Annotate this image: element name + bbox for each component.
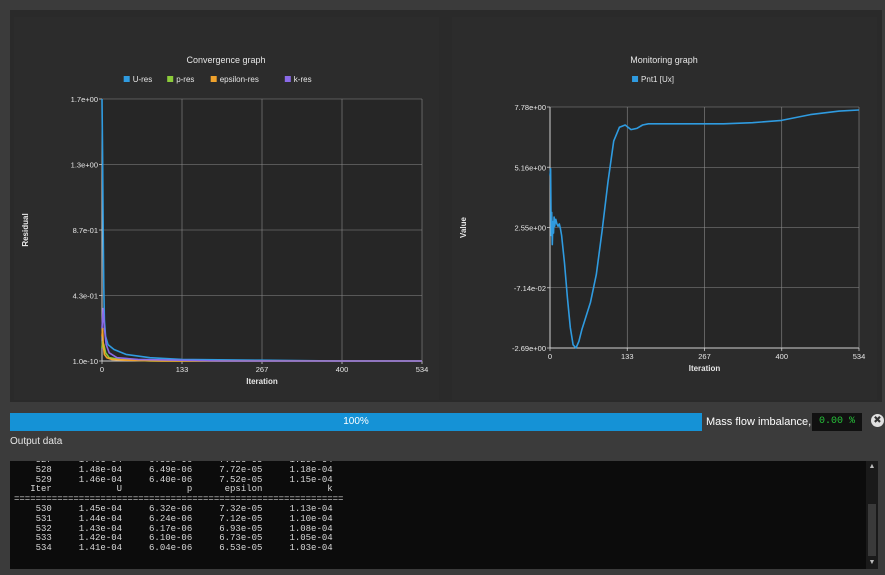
chart-title: Convergence graph xyxy=(186,55,265,65)
legend-swatch xyxy=(284,76,291,82)
legend-label: epsilon-res xyxy=(220,75,259,84)
legend-swatch xyxy=(123,76,130,82)
legend-swatch xyxy=(632,76,639,82)
monitoring-graph: Monitoring graph Pnt1 [Ux] -2.69e+00 -7.14e… xyxy=(452,17,877,400)
scroll-down-arrow-icon[interactable]: ▼ xyxy=(866,557,878,569)
x-tick-label: 267 xyxy=(256,365,269,374)
legend-swatch xyxy=(167,76,174,82)
scroll-thumb[interactable] xyxy=(868,504,876,556)
x-tick-label: 133 xyxy=(621,352,634,361)
monitoring-graph-svg: Monitoring graph Pnt1 [Ux] -2.69e+00 -7.14e… xyxy=(459,55,866,373)
y-tick-label: 1.3e+00 xyxy=(71,161,98,170)
x-tick-label: 400 xyxy=(336,365,349,374)
y-tick-label: 4.3e-01 xyxy=(73,292,98,301)
graph-area: Convergence graph U-res p-res epsilon-res k-… xyxy=(10,10,882,402)
chart-title: Monitoring graph xyxy=(630,55,698,65)
y-tick-label: 8.7e-01 xyxy=(73,226,98,235)
legend-swatch xyxy=(210,76,217,82)
y-tick-label: 5.16e+00 xyxy=(515,163,547,172)
convergence-graph-svg: Convergence graph U-res p-res epsilon-res k-… xyxy=(21,55,429,386)
progress-bar: 100% xyxy=(10,413,702,431)
output-line: 534 1.41e-04 6.04e-06 6.53e-05 1.03e-04 xyxy=(14,543,333,554)
y-axis-label: Residual xyxy=(21,213,30,246)
y-tick-label: 2.55e+00 xyxy=(515,224,547,233)
x-tick-label: 267 xyxy=(698,352,711,361)
legend-label: k-res xyxy=(294,75,312,84)
y-tick-label: 7.78e+00 xyxy=(515,103,547,112)
y-axis-label: Value xyxy=(459,217,468,238)
convergence-graph: Convergence graph U-res p-res epsilon-res k-… xyxy=(14,17,439,400)
x-tick-label: 0 xyxy=(100,365,104,374)
mass-flow-imbalance-value: 0.00 % xyxy=(812,413,862,431)
x-axis-label: Iteration xyxy=(689,364,721,373)
x-tick-label: 534 xyxy=(853,352,866,361)
mass-flow-imbalance-label: Mass flow imbalance, % xyxy=(706,416,824,428)
legend-label: U-res xyxy=(133,75,153,84)
y-tick-label: 1.0e-10 xyxy=(73,357,98,366)
x-tick-label: 0 xyxy=(548,352,552,361)
legend-label: p-res xyxy=(176,75,194,84)
output-data-title: Output data xyxy=(10,436,63,447)
y-tick-label: 1.7e+00 xyxy=(71,95,98,104)
x-tick-label: 534 xyxy=(416,365,429,374)
x-tick-label: 400 xyxy=(775,352,788,361)
x-tick-label: 133 xyxy=(176,365,189,374)
y-tick-label: -7.14e-02 xyxy=(514,284,546,293)
scroll-up-arrow-icon[interactable]: ▲ xyxy=(866,461,878,473)
y-tick-label: -2.69e+00 xyxy=(512,344,546,353)
legend-label: Pnt1 [Ux] xyxy=(641,75,674,84)
close-icon[interactable]: ✖ xyxy=(871,414,884,427)
x-axis-label: Iteration xyxy=(246,377,278,386)
progress-label: 100% xyxy=(343,416,369,427)
output-scrollbar[interactable]: ▲ ▼ xyxy=(866,461,878,569)
output-lines: 527 1.49e-04 6.55e-06 7.92e-05 1.20e-04 … xyxy=(14,461,343,554)
output-console[interactable]: 527 1.49e-04 6.55e-06 7.92e-05 1.20e-04 … xyxy=(10,461,878,569)
